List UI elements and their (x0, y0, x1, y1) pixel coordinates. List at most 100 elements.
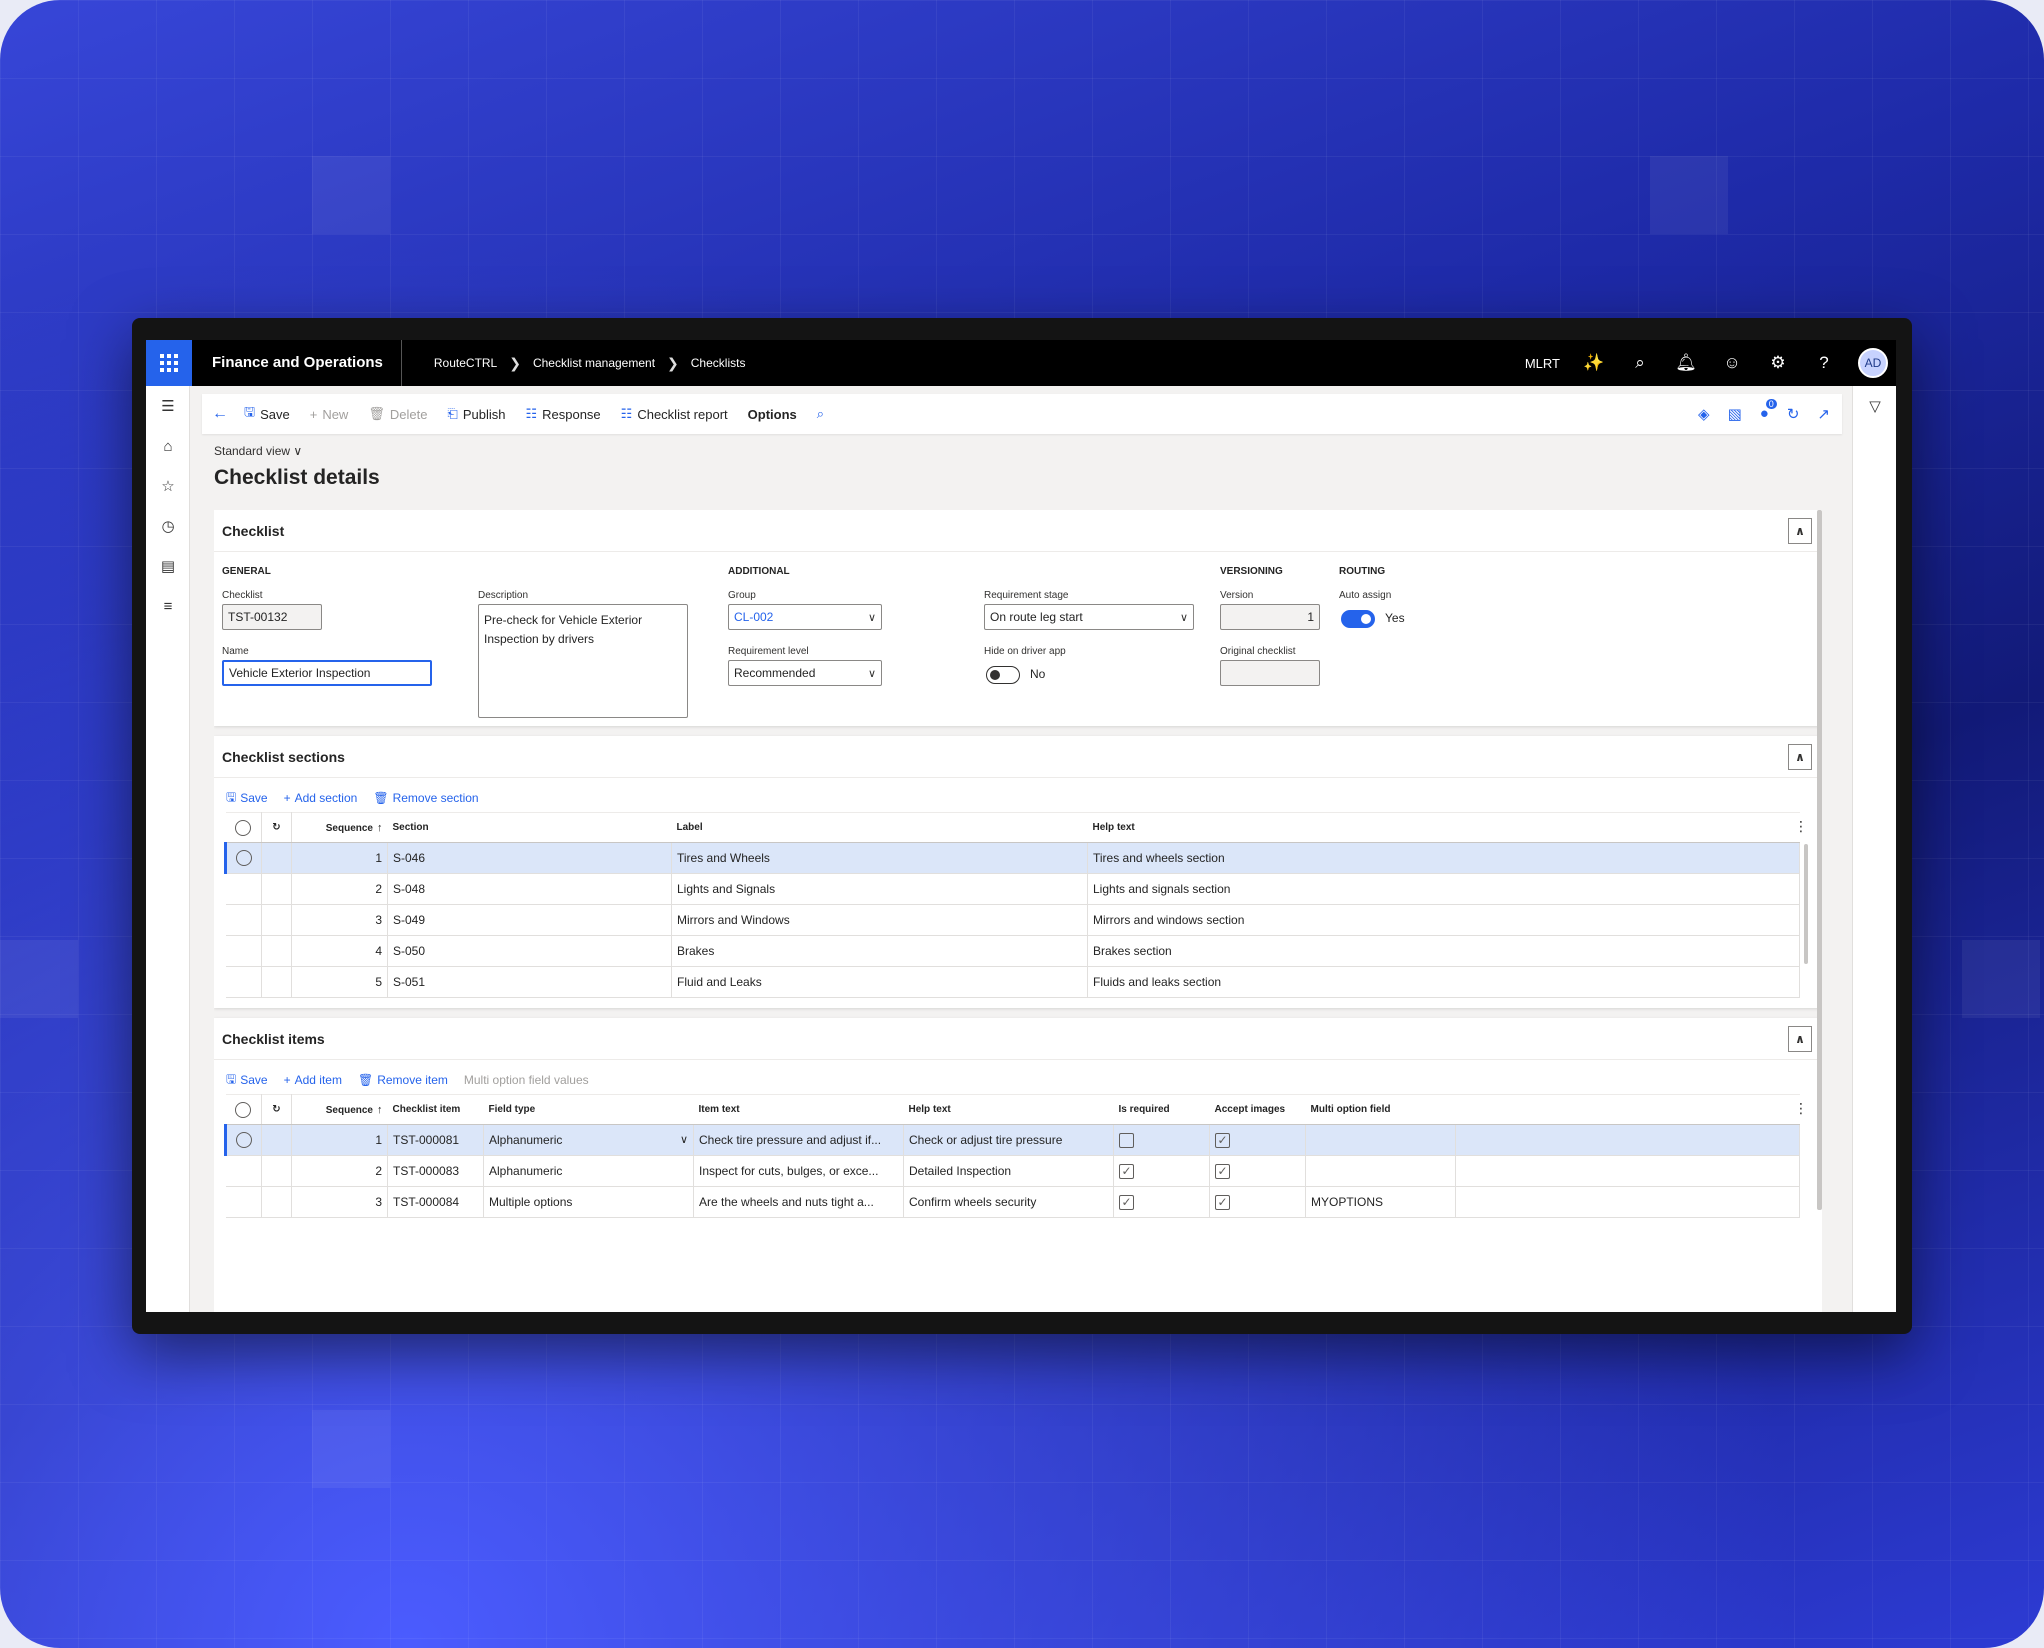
add-item-button[interactable]: + Add item (284, 1073, 342, 1087)
home-icon[interactable]: ⌂ (146, 426, 190, 466)
is-required-checkbox[interactable]: ✓ (1119, 1163, 1134, 1179)
fasttab-header[interactable]: Checklist ∧ (214, 510, 1822, 552)
hide-on-driver-app-toggle[interactable] (986, 666, 1020, 684)
search-icon[interactable]: ⌕ (817, 406, 824, 422)
remove-item-button[interactable]: 🗑︎ Remove item (358, 1073, 448, 1087)
table-row[interactable]: 5 S-051 Fluid and Leaks Fluids and leaks se… (225, 966, 1800, 998)
version-field[interactable]: 1 (1220, 604, 1320, 630)
sections-toolbar: 🖫︎ Save + Add section 🗑︎ Remove section (214, 784, 1822, 812)
fasttab-header[interactable]: Checklist items ∧ (214, 1018, 1822, 1060)
requirement-level-dropdown[interactable]: Recommended ∨ (728, 660, 882, 686)
checklist-field[interactable]: TST-00132 (222, 604, 322, 630)
view-selector[interactable]: Standard view ∨ (214, 444, 302, 458)
items-save-button[interactable]: 🖫︎ Save (226, 1070, 268, 1091)
refresh-icon[interactable]: ↻ (1787, 405, 1800, 423)
save-icon: 🖫︎ (226, 789, 237, 804)
save-button[interactable]: 🖫︎ Save (244, 403, 290, 425)
breadcrumb-item[interactable]: Checklists (691, 356, 746, 370)
requirement-level-label: Requirement level (728, 646, 809, 657)
column-help-text[interactable]: Help text (903, 1094, 1114, 1125)
options-tab[interactable]: Options (748, 407, 797, 422)
feedback-icon[interactable]: ☺ (1720, 353, 1744, 373)
table-row[interactable]: 3 TST-000084 Multiple options Are the wh… (225, 1186, 1800, 1218)
notifications-icon[interactable]: 🔔︎ (1674, 353, 1698, 373)
column-sequence[interactable]: Sequence ↑ (291, 812, 388, 843)
sections-save-button[interactable]: 🖫︎ Save (226, 788, 268, 809)
name-field[interactable]: Vehicle Exterior Inspection (222, 660, 432, 686)
more-options-icon[interactable]: ⋮ (1794, 818, 1808, 835)
field-type-dropdown[interactable]: Alphanumeric ∨ (483, 1124, 694, 1156)
original-checklist-field[interactable] (1220, 660, 1320, 686)
search-icon[interactable]: ⌕ (1628, 353, 1652, 373)
fasttab-header[interactable]: Checklist sections ∧ (214, 736, 1822, 778)
back-arrow-icon[interactable]: ← (212, 405, 228, 423)
publish-button[interactable]: ⎗ Publish (447, 406, 505, 422)
office-icon[interactable]: ▧ (1728, 405, 1742, 423)
app-title[interactable]: Finance and Operations (192, 340, 402, 386)
auto-assign-toggle[interactable] (1341, 610, 1375, 628)
refresh-icon[interactable]: ↻ (261, 1094, 292, 1125)
group-dropdown[interactable]: CL-002 ∨ (728, 604, 882, 630)
column-is-required[interactable]: Is required (1113, 1094, 1210, 1125)
response-button[interactable]: ☷ Response (525, 406, 600, 422)
row-select-radio[interactable] (236, 850, 252, 866)
copilot-icon[interactable]: ✨ (1582, 353, 1606, 373)
requirement-stage-dropdown[interactable]: On route leg start ∨ (984, 604, 1194, 630)
chevron-down-icon: ∨ (293, 444, 303, 458)
delete-button[interactable]: 🗑︎ Delete (368, 406, 427, 422)
table-row[interactable]: 3 S-049 Mirrors and Windows Mirrors and win… (225, 904, 1800, 936)
column-sequence[interactable]: Sequence ↑ (291, 1094, 388, 1125)
table-row[interactable]: 1 S-046 Tires and Wheels Tires and wheels s… (224, 842, 1800, 874)
sections-scrollbar[interactable] (1804, 844, 1808, 964)
multi-option-values-button[interactable]: Multi option field values (464, 1073, 589, 1087)
table-row[interactable]: 4 S-050 Brakes Brakes section (225, 935, 1800, 967)
is-required-checkbox[interactable] (1119, 1132, 1134, 1148)
table-row[interactable]: 2 S-048 Lights and Signals Lights and signa… (225, 873, 1800, 905)
table-row[interactable]: 2 TST-000083 Alphanumeric Inspect for cu… (225, 1155, 1800, 1187)
app-launcher-icon[interactable] (146, 340, 192, 386)
column-accept-images[interactable]: Accept images (1209, 1094, 1306, 1125)
checklist-label: Checklist (222, 590, 263, 601)
remove-section-button[interactable]: 🗑︎ Remove section (373, 791, 478, 805)
new-button[interactable]: + New (310, 407, 349, 422)
workspaces-icon[interactable]: ▤ (146, 546, 190, 586)
more-options-icon[interactable]: ⋮ (1794, 1100, 1808, 1117)
add-section-button[interactable]: + Add section (284, 791, 358, 805)
attachments-icon[interactable]: ● 0 (1760, 399, 1777, 423)
clock-icon[interactable]: ◷ (146, 506, 190, 546)
chevron-up-icon[interactable]: ∧ (1788, 518, 1812, 544)
gear-icon[interactable]: ⚙ (1766, 353, 1790, 373)
column-label[interactable]: Label (671, 812, 1088, 843)
accept-images-checkbox[interactable]: ✓ (1215, 1163, 1230, 1179)
column-item-text[interactable]: Item text (693, 1094, 904, 1125)
breadcrumb-item[interactable]: Checklist management (533, 356, 655, 370)
help-icon[interactable]: ? (1812, 353, 1836, 373)
company-picker[interactable]: MLRT (1525, 356, 1560, 371)
row-select-radio[interactable] (236, 1132, 252, 1148)
select-all-radio[interactable] (235, 819, 252, 836)
accept-images-checkbox[interactable]: ✓ (1215, 1132, 1230, 1148)
modules-icon[interactable]: ≡ (146, 586, 190, 626)
breadcrumb-item[interactable]: RouteCTRL (434, 356, 497, 370)
page-scrollbar[interactable] (1817, 510, 1822, 1210)
column-field-type[interactable]: Field type (483, 1094, 694, 1125)
chevron-up-icon[interactable]: ∧ (1788, 1026, 1812, 1052)
checklist-report-button[interactable]: ☷ Checklist report (621, 406, 728, 422)
chevron-up-icon[interactable]: ∧ (1788, 744, 1812, 770)
select-all-radio[interactable] (235, 1101, 252, 1118)
column-section[interactable]: Section (387, 812, 672, 843)
table-row[interactable]: 1 TST-000081 Alphanumeric ∨ Check tire pr… (224, 1124, 1800, 1156)
power-apps-icon[interactable]: ◈ (1698, 405, 1710, 423)
refresh-icon[interactable]: ↻ (261, 812, 292, 843)
open-new-window-icon[interactable]: ↗ (1817, 405, 1830, 423)
avatar[interactable]: AD (1858, 348, 1888, 378)
column-help-text[interactable]: Help text (1087, 812, 1800, 843)
star-icon[interactable]: ☆ (146, 466, 190, 506)
column-multi-option-field[interactable]: Multi option field (1305, 1094, 1456, 1125)
description-field[interactable]: Pre-check for Vehicle Exterior Inspectio… (478, 604, 688, 718)
menu-icon[interactable]: ☰ (146, 386, 190, 426)
is-required-checkbox[interactable]: ✓ (1119, 1194, 1134, 1210)
filter-icon[interactable]: ▽ (1853, 386, 1896, 426)
column-checklist-item[interactable]: Checklist item (387, 1094, 484, 1125)
accept-images-checkbox[interactable]: ✓ (1215, 1194, 1230, 1210)
